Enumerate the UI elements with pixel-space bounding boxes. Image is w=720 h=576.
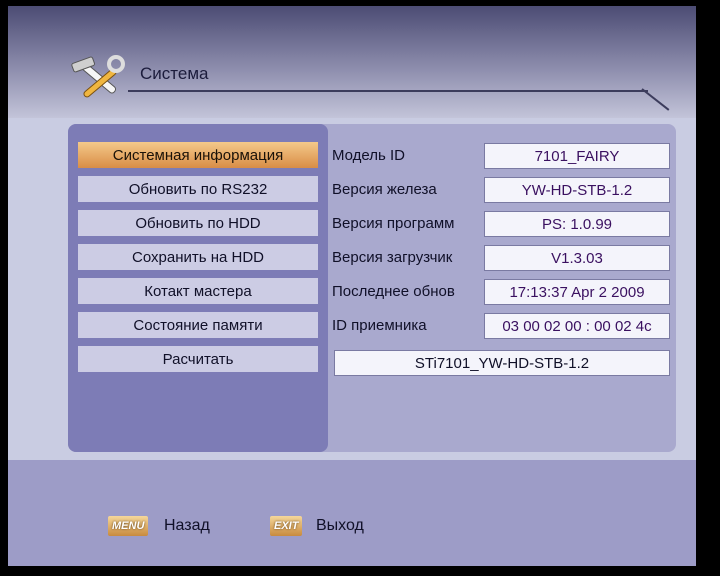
- info-label-hardware-version: Версия железа: [332, 180, 437, 198]
- exit-label: Выход: [316, 517, 364, 534]
- tools-icon: [71, 55, 125, 98]
- info-value-full-name: STi7101_YW-HD-STB-1.2: [334, 350, 670, 376]
- menu-item-calculate[interactable]: Расчитать: [78, 346, 318, 372]
- footer-bar: MENU Назад EXIT Выход: [8, 460, 696, 566]
- content-area: Системная информация Обновить по RS232 О…: [68, 124, 676, 452]
- info-value-receiver-id: 03 00 02 00 : 00 02 4c: [484, 313, 670, 339]
- page-title: Система: [140, 64, 209, 83]
- menu-key-icon[interactable]: MENU: [108, 516, 149, 536]
- system-screen: Система Системная информация Обновить по…: [8, 6, 696, 566]
- info-value-last-update: 17:13:37 Apr 2 2009: [484, 279, 670, 305]
- header-bar: Система: [8, 6, 696, 118]
- info-value-model-id: 7101_FAIRY: [484, 143, 670, 169]
- exit-key-icon[interactable]: EXIT: [270, 516, 303, 536]
- header-divider-corner: [641, 88, 670, 111]
- info-label-model-id: Модель ID: [332, 146, 406, 164]
- info-label-last-update: Последнее обнов: [332, 282, 455, 300]
- info-label-receiver-id: ID приемника: [332, 316, 427, 334]
- info-value-hardware-version: YW-HD-STB-1.2: [484, 177, 670, 203]
- info-value-software-version: PS: 1.0.99: [484, 211, 670, 237]
- info-value-loader-version: V1.3.03: [484, 245, 670, 271]
- menu-item-save-hdd[interactable]: Сохранить на HDD: [78, 244, 318, 270]
- back-label: Назад: [164, 517, 210, 534]
- menu-item-update-hdd[interactable]: Обновить по HDD: [78, 210, 318, 236]
- menu-panel: Системная информация Обновить по RS232 О…: [68, 124, 328, 452]
- menu-item-system-info[interactable]: Системная информация: [78, 142, 318, 168]
- header-divider: [128, 90, 648, 92]
- menu-item-contact-master[interactable]: Котакт мастера: [78, 278, 318, 304]
- info-label-loader-version: Версия загрузчик: [332, 248, 453, 266]
- menu-item-update-rs232[interactable]: Обновить по RS232: [78, 176, 318, 202]
- menu-item-memory-status[interactable]: Состояние памяти: [78, 312, 318, 338]
- info-label-software-version: Версия программ: [332, 214, 455, 232]
